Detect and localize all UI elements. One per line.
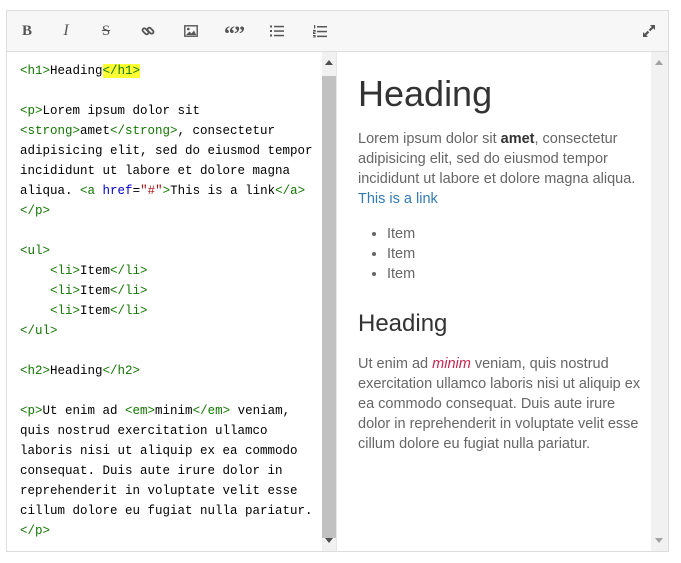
- scroll-up-arrow-icon[interactable]: [655, 60, 663, 65]
- preview-list: Item Item Item: [358, 224, 415, 284]
- link-button[interactable]: [135, 19, 161, 43]
- bold-button[interactable]: B: [14, 19, 40, 43]
- unordered-list-icon: [270, 25, 284, 37]
- preview-heading-1: Heading: [358, 73, 493, 114]
- unordered-list-button[interactable]: [264, 19, 290, 43]
- fullscreen-icon: [643, 25, 655, 37]
- list-item: Item: [387, 224, 415, 244]
- preview-heading-2: Heading: [358, 310, 448, 337]
- markdown-editor: B I S “” <h1>Heading</h1> <p>Lorem ipsum…: [6, 10, 669, 552]
- code-text[interactable]: <h1>Heading</h1> <p>Lorem ipsum dolor si…: [20, 61, 313, 541]
- scroll-down-arrow-icon[interactable]: [655, 538, 663, 543]
- strikethrough-icon: S: [101, 22, 111, 39]
- preview-paragraph-1: Lorem ipsum dolor sit amet, consectetur …: [358, 129, 643, 209]
- italic-icon: I: [63, 22, 69, 39]
- list-item: Item: [387, 264, 415, 284]
- quote-button[interactable]: “”: [221, 19, 247, 46]
- link-icon: [141, 26, 155, 36]
- preview-pane: Heading Lorem ipsum dolor sit amet, cons…: [337, 52, 651, 551]
- scroll-up-arrow-icon[interactable]: [325, 60, 333, 65]
- paragraph-text: Ut enim ad: [358, 356, 433, 372]
- code-scrollbar[interactable]: [322, 52, 336, 551]
- bold-icon: B: [21, 22, 32, 39]
- image-icon: [184, 25, 198, 37]
- italic-button[interactable]: I: [53, 19, 79, 43]
- preview-link[interactable]: This is a link: [358, 191, 438, 207]
- ordered-list-button[interactable]: [307, 19, 333, 43]
- ordered-list-icon: [313, 24, 327, 37]
- quote-icon: “”: [224, 21, 245, 46]
- scroll-down-arrow-icon[interactable]: [325, 538, 333, 543]
- editor-toolbar: B I S “”: [7, 11, 668, 52]
- scrollbar-thumb[interactable]: [322, 76, 336, 538]
- preview-scrollbar[interactable]: [651, 52, 668, 551]
- emphasis-text: minim: [432, 356, 471, 372]
- image-button[interactable]: [178, 19, 204, 43]
- code-editor[interactable]: <h1>Heading</h1> <p>Lorem ipsum dolor si…: [7, 52, 322, 551]
- fullscreen-button[interactable]: [636, 19, 662, 43]
- strikethrough-button[interactable]: S: [93, 19, 119, 43]
- list-item: Item: [387, 244, 415, 264]
- paragraph-text: Lorem ipsum dolor sit: [358, 131, 501, 147]
- preview-paragraph-2: Ut enim ad minim veniam, quis nostrud ex…: [358, 354, 643, 454]
- strong-text: amet: [500, 131, 535, 147]
